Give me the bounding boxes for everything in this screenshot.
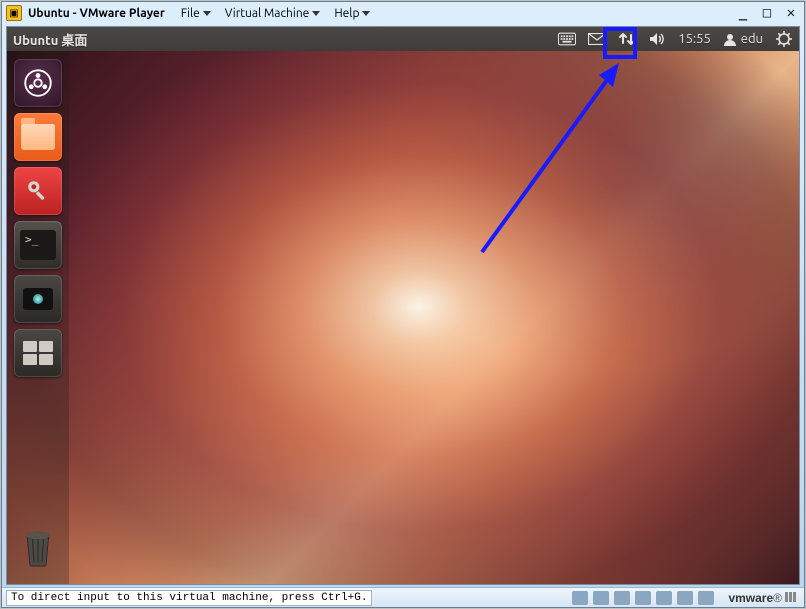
device-hdd-icon[interactable]	[572, 591, 588, 605]
vmware-status-bar: To direct input to this virtual machine,…	[2, 587, 804, 607]
launcher-terminal[interactable]: >_	[14, 221, 62, 269]
ubuntu-desktop-wallpaper[interactable]	[7, 51, 799, 584]
clock-indicator[interactable]: 15:55	[678, 32, 711, 46]
panel-title: Ubuntu 桌面	[13, 30, 87, 49]
trash-icon	[20, 528, 56, 568]
menu-help[interactable]: Help	[328, 6, 376, 21]
launcher-workspace-switcher[interactable]	[14, 329, 62, 377]
launcher-dash-home[interactable]	[14, 59, 62, 107]
launcher-trash[interactable]	[14, 524, 62, 572]
device-network-icon[interactable]	[635, 591, 651, 605]
volume-icon[interactable]	[648, 31, 666, 47]
minimize-button[interactable]: _	[734, 5, 752, 21]
mail-icon[interactable]	[588, 31, 606, 47]
vmware-window-title: Ubuntu - VMware Player	[28, 7, 165, 20]
maximize-button[interactable]: □	[758, 5, 776, 21]
vmware-device-icons	[572, 591, 714, 605]
chevron-down-icon	[312, 11, 320, 16]
terminal-icon: >_	[20, 230, 56, 260]
device-floppy-icon[interactable]	[614, 591, 630, 605]
power-cog-icon[interactable]	[775, 31, 793, 47]
vmware-player-window: ▣ Ubuntu - VMware Player File Virtual Ma…	[1, 1, 805, 608]
indicator-area: 15:55 edu	[558, 31, 793, 47]
launcher-files[interactable]	[14, 113, 62, 161]
vmware-brand-label: vmware®	[728, 591, 796, 605]
network-updown-icon[interactable]	[618, 31, 636, 47]
vmware-menu-bar: File Virtual Machine Help	[175, 6, 377, 21]
ubuntu-top-panel: Ubuntu 桌面 15:55 edu	[7, 27, 799, 51]
device-sound-icon[interactable]	[677, 591, 693, 605]
menu-virtual-machine[interactable]: Virtual Machine	[219, 6, 327, 21]
chevron-down-icon	[203, 11, 211, 16]
workspace-grid-icon	[23, 341, 53, 365]
keyboard-icon[interactable]	[558, 31, 576, 47]
menu-file[interactable]: File	[175, 6, 217, 21]
status-message: To direct input to this virtual machine,…	[6, 590, 372, 606]
user-icon	[723, 32, 737, 46]
unity-launcher: >_	[7, 51, 69, 584]
vmware-titlebar: ▣ Ubuntu - VMware Player File Virtual Ma…	[2, 2, 804, 24]
camera-icon	[23, 288, 53, 310]
folder-icon	[21, 124, 55, 150]
device-usb-icon[interactable]	[656, 591, 672, 605]
user-indicator[interactable]: edu	[723, 32, 763, 46]
device-printer-icon[interactable]	[698, 591, 714, 605]
launcher-webcam[interactable]	[14, 275, 62, 323]
chevron-down-icon	[362, 11, 370, 16]
wrench-gear-icon	[24, 177, 52, 205]
device-cd-icon[interactable]	[593, 591, 609, 605]
launcher-system-settings[interactable]	[14, 167, 62, 215]
vmware-app-icon: ▣	[6, 5, 22, 21]
guest-viewport[interactable]: Ubuntu 桌面 15:55 edu	[6, 26, 800, 585]
close-button[interactable]: ✕	[782, 5, 800, 21]
